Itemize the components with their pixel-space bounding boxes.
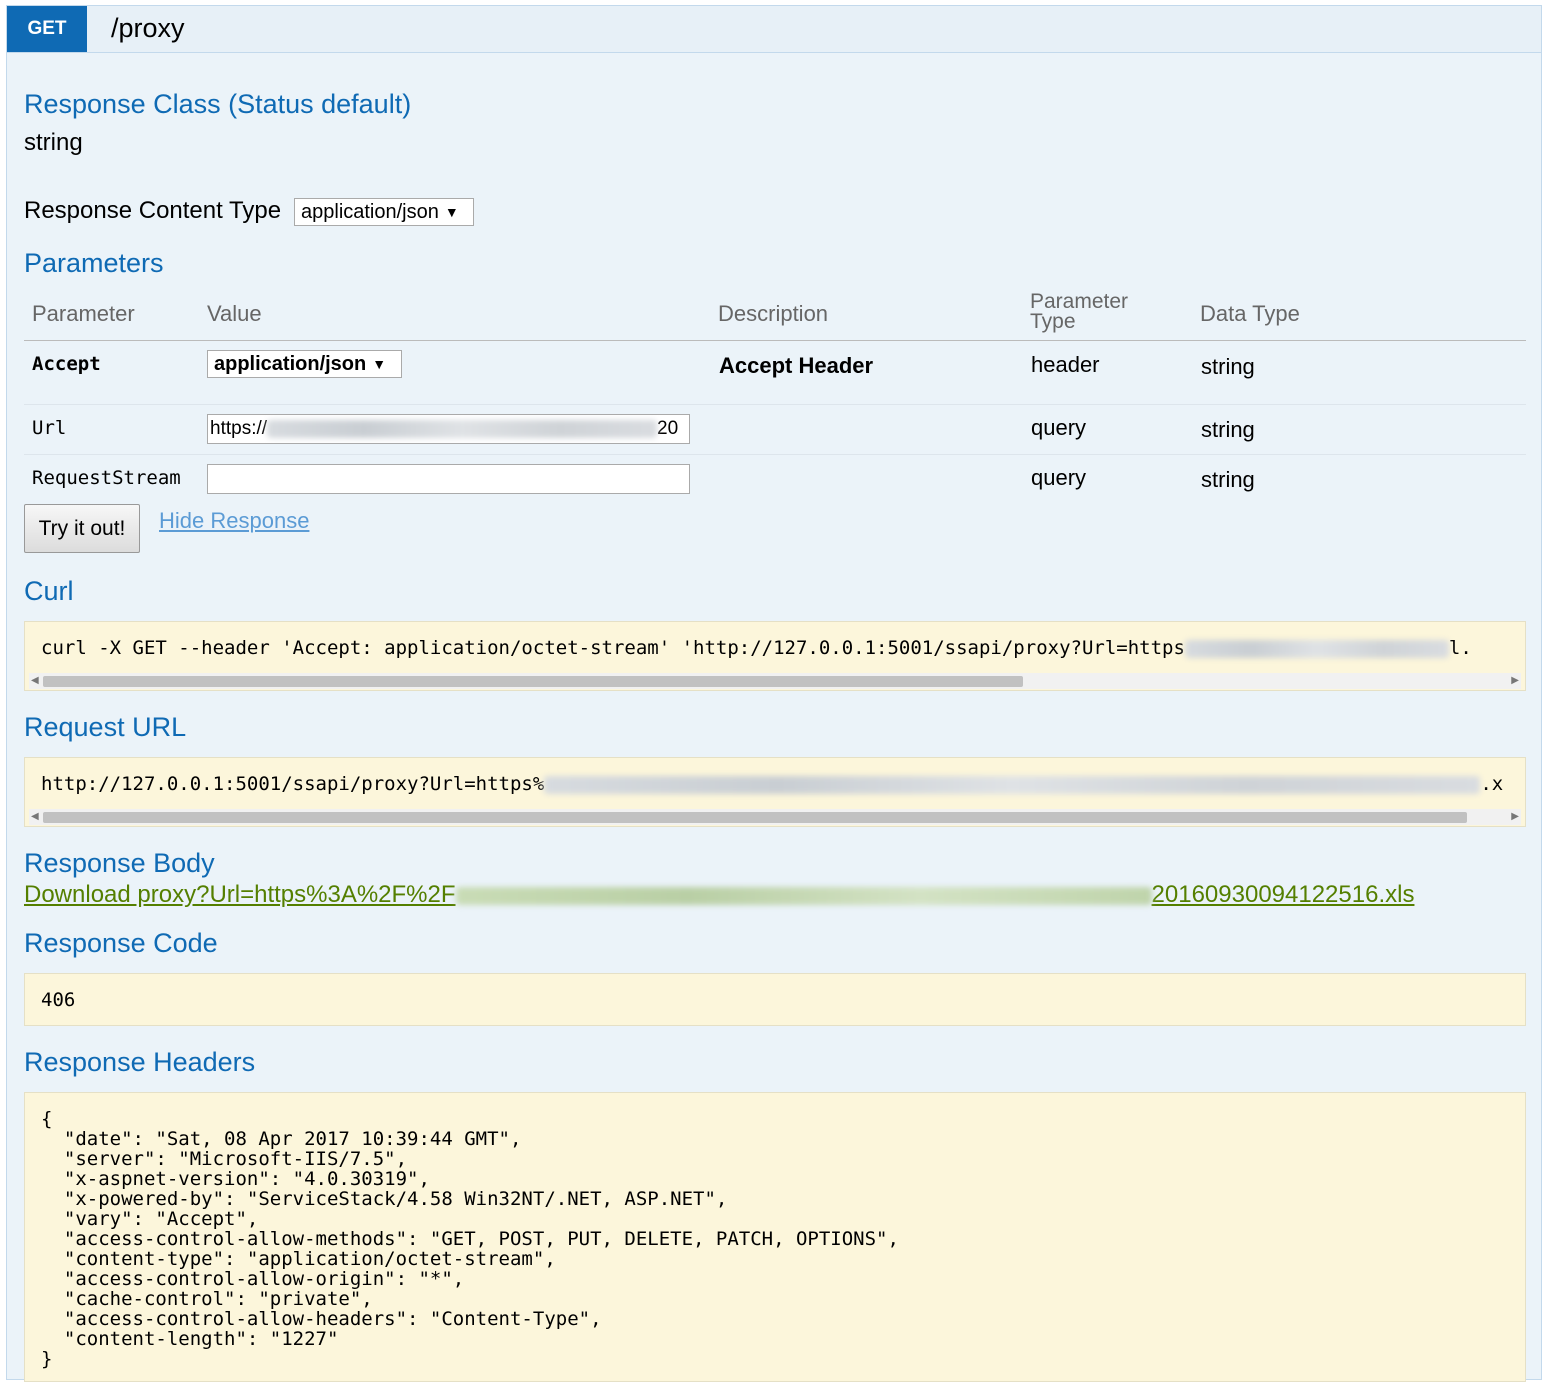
param-requeststream-param-type: query	[1031, 465, 1087, 490]
response-content-type-select[interactable]: application/json ▼	[294, 198, 474, 226]
redacted-blur	[544, 775, 1481, 794]
response-code-title: Response Code	[24, 928, 218, 958]
param-url-param-type: query	[1031, 415, 1087, 440]
col-header-parameter: Parameter	[32, 301, 135, 326]
try-it-out-button[interactable]: Try it out!	[24, 504, 140, 553]
response-headers-title: Response Headers	[24, 1047, 256, 1077]
request-url-scrollbar[interactable]: ◀ ▶	[29, 809, 1521, 825]
curl-command-text: curl -X GET --header 'Accept: applicatio…	[41, 637, 1185, 659]
url-input-prefix: https://	[210, 418, 268, 439]
download-link[interactable]: Download proxy?Url=https%3A%2F%2F 2016093…	[24, 881, 1414, 909]
response-headers-block: { "date": "Sat, 08 Apr 2017 10:39:44 GMT…	[24, 1092, 1526, 1382]
col-header-parameter-type: Parameter Type	[1030, 290, 1129, 333]
operation-panel: GET /proxy Response Class (Status defaul…	[6, 5, 1542, 1382]
download-link-prefix: Download proxy?Url=https%3A%2F%2F	[24, 881, 456, 908]
response-content-type-value: application/json	[301, 200, 439, 223]
param-accept-param-type: header	[1031, 352, 1100, 377]
request-url-line: http://127.0.0.1:5001/ssapi/proxy?Url=ht…	[41, 773, 1503, 795]
col-header-data-type: Data Type	[1200, 301, 1300, 326]
row-divider	[24, 454, 1526, 455]
request-url-scroll-thumb[interactable]	[43, 812, 1467, 823]
request-url-block: http://127.0.0.1:5001/ssapi/proxy?Url=ht…	[24, 757, 1526, 827]
response-headers-json: { "date": "Sat, 08 Apr 2017 10:39:44 GMT…	[41, 1108, 899, 1370]
param-accept-data-type: string	[1201, 354, 1255, 379]
response-content-type-label: Response Content Type	[24, 197, 282, 224]
method-badge[interactable]: GET	[7, 6, 87, 52]
response-code-value: 406	[41, 989, 76, 1011]
param-requeststream-data-type: string	[1201, 467, 1255, 492]
curl-command: curl -X GET --header 'Accept: applicatio…	[41, 637, 1472, 659]
param-name-requeststream: RequestStream	[32, 467, 181, 489]
curl-scrollbar[interactable]: ◀ ▶	[29, 673, 1521, 689]
response-class-type: string	[24, 129, 83, 156]
curl-command-tail: l.	[1448, 637, 1472, 659]
response-code-block: 406	[24, 973, 1526, 1026]
param-name-accept: Accept	[32, 353, 101, 375]
chevron-down-icon: ▼	[372, 356, 387, 372]
table-header-rule	[24, 340, 1526, 341]
hide-response-link[interactable]: Hide Response	[159, 508, 309, 534]
param-accept-select[interactable]: application/json ▼	[207, 350, 402, 378]
response-body-title: Response Body	[24, 848, 215, 878]
param-accept-description: Accept Header	[719, 353, 874, 378]
url-input-suffix: 20	[657, 418, 679, 439]
url-input[interactable]: https:// 20	[207, 414, 690, 444]
param-name-url: Url	[32, 417, 67, 439]
redacted-blur	[1184, 639, 1449, 658]
curl-scroll-thumb[interactable]	[43, 676, 1023, 687]
col-header-description: Description	[718, 301, 829, 326]
redacted-blur	[455, 886, 1152, 905]
scroll-right-icon[interactable]: ▶	[1511, 809, 1519, 825]
param-accept-value: application/json	[214, 352, 367, 375]
download-link-suffix: 20160930094122516.xls	[1151, 881, 1415, 908]
request-url-text: http://127.0.0.1:5001/ssapi/proxy?Url=ht…	[41, 773, 545, 795]
scroll-left-icon[interactable]: ◀	[31, 673, 39, 689]
col-header-value: Value	[207, 301, 262, 326]
request-url-tail: .x	[1480, 773, 1504, 795]
param-url-data-type: string	[1201, 417, 1255, 442]
scroll-right-icon[interactable]: ▶	[1511, 673, 1519, 689]
request-url-title: Request URL	[24, 712, 187, 742]
redacted-blur	[267, 419, 658, 438]
row-divider	[24, 404, 1526, 405]
operation-path[interactable]: /proxy	[111, 13, 185, 44]
scroll-left-icon[interactable]: ◀	[31, 809, 39, 825]
curl-title: Curl	[24, 576, 74, 606]
chevron-down-icon: ▼	[444, 204, 459, 220]
response-class-title: Response Class (Status default)	[24, 89, 412, 119]
requeststream-input[interactable]	[207, 464, 690, 494]
curl-block: curl -X GET --header 'Accept: applicatio…	[24, 621, 1526, 691]
parameters-title: Parameters	[24, 248, 164, 278]
operation-heading[interactable]: GET /proxy	[7, 6, 1541, 53]
